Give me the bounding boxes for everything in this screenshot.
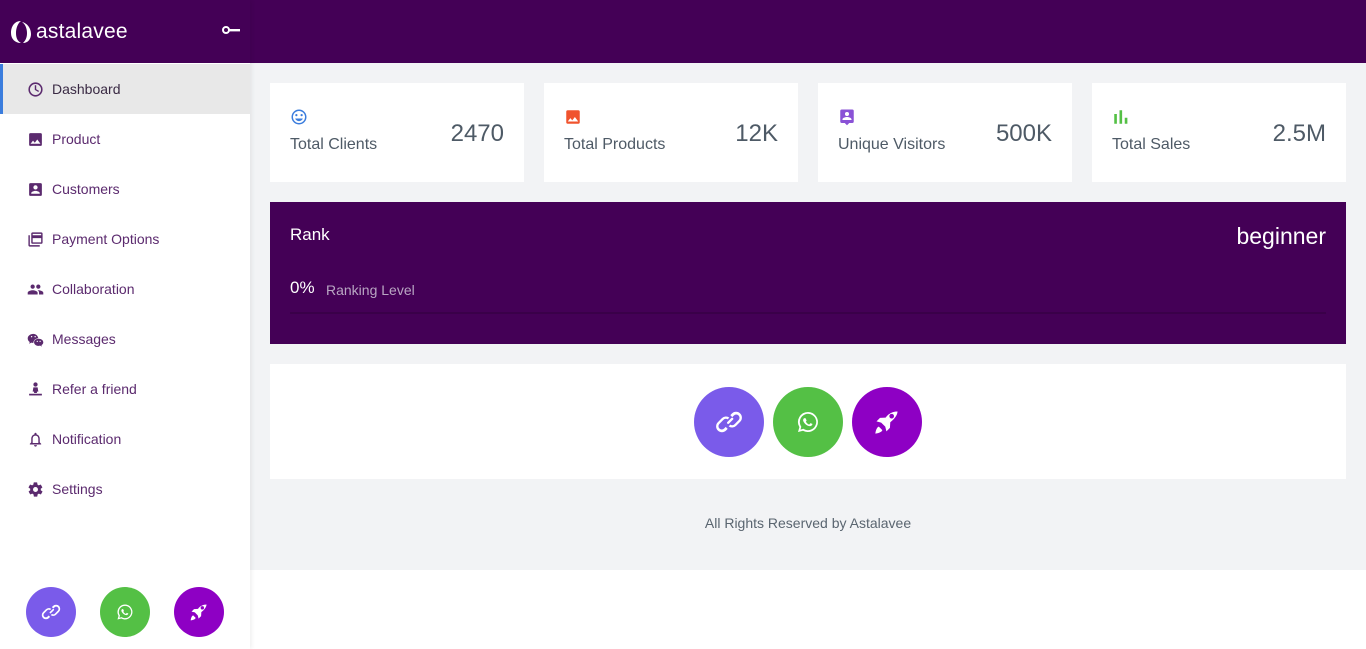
stat-label: Total Products: [564, 136, 666, 153]
stat-card-total-products: Total Products 12K: [544, 83, 798, 182]
sidebar-item-label: Dashboard: [52, 81, 121, 97]
sidebar-item-label: Notification: [52, 431, 122, 447]
sidebar: astalavee Dashboard Product Customers Pa…: [0, 0, 250, 649]
sidebar-item-settings[interactable]: Settings: [0, 464, 250, 514]
sidebar-item-notification[interactable]: Notification: [0, 414, 250, 464]
chat-icon: [26, 330, 44, 348]
image-icon: [26, 130, 44, 148]
stat-value: 12K: [735, 120, 778, 147]
footer-text: All Rights Reserved by Astalavee: [704, 515, 912, 531]
rank-title: Rank: [290, 225, 330, 244]
link-icon: [41, 604, 61, 620]
sidebar-item-payment-options[interactable]: Payment Options: [0, 214, 250, 264]
sidebar-item-label: Refer a friend: [52, 381, 137, 397]
whatsapp-icon: [798, 411, 818, 432]
rank-panel: Rank beginner 0% Ranking Level: [270, 202, 1346, 344]
visitor-icon: [840, 109, 854, 126]
whatsapp-button[interactable]: [773, 386, 843, 457]
whatsapp-button[interactable]: [100, 587, 150, 637]
logo[interactable]: astalavee: [10, 20, 128, 44]
top-bar: [250, 0, 1366, 63]
sidebar-item-label: Customers: [52, 181, 120, 197]
copy-link-button[interactable]: [694, 386, 764, 457]
main-content: Total Clients 2470 Total Products 12K Un…: [250, 63, 1366, 570]
rank-sublabel: Ranking Level: [326, 282, 415, 298]
key-icon[interactable]: [222, 24, 240, 36]
sidebar-nav: Dashboard Product Customers Payment Opti…: [0, 64, 250, 514]
sidebar-item-refer-a-friend[interactable]: Refer a friend: [0, 364, 250, 414]
image-icon: [566, 110, 580, 124]
stat-label: Unique Visitors: [838, 136, 946, 153]
stat-card-total-clients: Total Clients 2470: [270, 83, 524, 182]
smile-icon: [291, 109, 307, 125]
rocket-icon: [875, 411, 898, 434]
sidebar-item-product[interactable]: Product: [0, 114, 250, 164]
stat-card-unique-visitors: Unique Visitors 500K: [818, 83, 1072, 182]
brand-header: astalavee: [0, 0, 250, 63]
sidebar-item-messages[interactable]: Messages: [0, 314, 250, 364]
rank-level: beginner: [1236, 223, 1326, 249]
brand-name: astalavee: [36, 19, 128, 43]
sidebar-item-dashboard[interactable]: Dashboard: [0, 64, 250, 114]
stat-label: Total Clients: [290, 136, 378, 153]
link-icon: [716, 411, 742, 432]
bar-chart-icon: [1114, 110, 1128, 124]
whatsapp-icon: [117, 604, 133, 620]
boost-button[interactable]: [174, 587, 224, 637]
sidebar-item-customers[interactable]: Customers: [0, 164, 250, 214]
people-icon: [26, 280, 44, 298]
dashboard-icon: [26, 80, 44, 98]
gear-icon: [26, 480, 44, 498]
copy-link-button[interactable]: [26, 587, 76, 637]
sidebar-item-label: Messages: [52, 331, 116, 347]
logo-mark-icon: [11, 20, 31, 43]
sidebar-actions: [26, 587, 224, 637]
sidebar-item-label: Settings: [52, 481, 103, 497]
rank-progress-bar: [290, 312, 1326, 314]
bell-icon: [26, 430, 44, 448]
sidebar-item-label: Product: [52, 131, 101, 147]
rocket-icon: [190, 604, 207, 621]
contact-icon: [26, 180, 44, 198]
sidebar-item-label: Payment Options: [52, 231, 160, 247]
stat-card-total-sales: Total Sales 2.5M: [1092, 83, 1346, 182]
refer-icon: [26, 380, 44, 398]
stats-cards: Total Clients 2470 Total Products 12K Un…: [270, 83, 1346, 182]
sidebar-item-collaboration[interactable]: Collaboration: [0, 264, 250, 314]
stat-label: Total Sales: [1112, 136, 1191, 153]
stat-value: 500K: [995, 120, 1052, 147]
stat-value: 2.5M: [1272, 120, 1326, 147]
boost-button[interactable]: [852, 386, 922, 457]
rank-percent: 0%: [290, 278, 315, 297]
share-panel: [270, 364, 1346, 479]
sidebar-item-label: Collaboration: [52, 281, 135, 297]
stat-value: 2470: [450, 120, 504, 147]
payment-icon: [26, 230, 44, 248]
